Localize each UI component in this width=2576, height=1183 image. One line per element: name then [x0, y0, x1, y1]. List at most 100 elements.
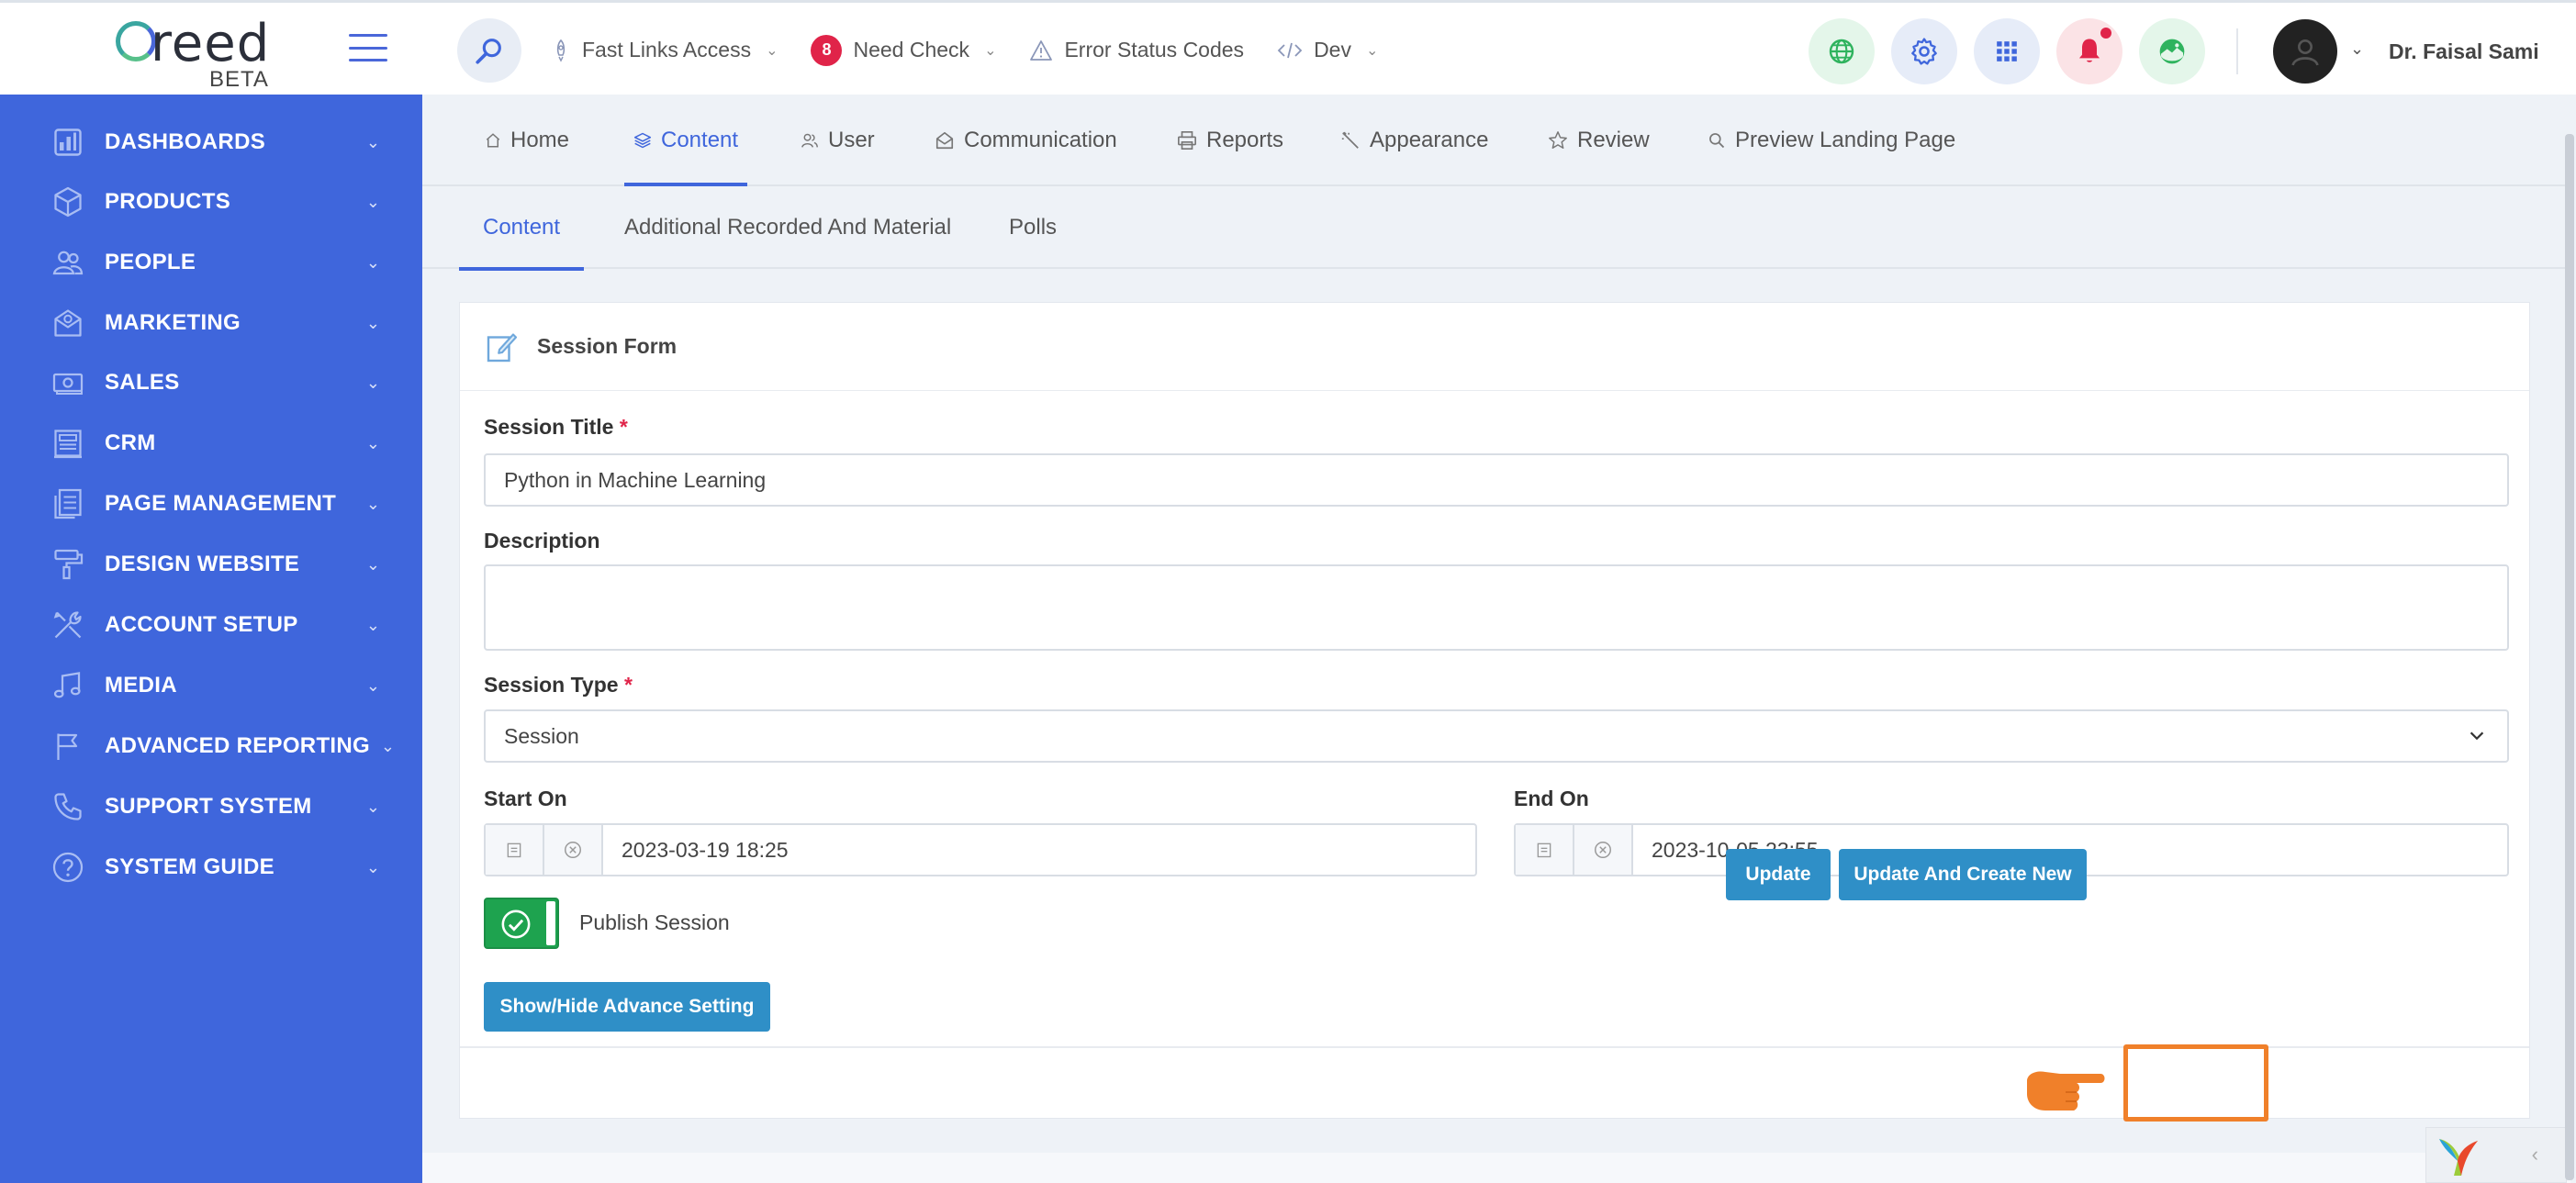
primary-tabs: Home Content User Communication Reports …	[422, 95, 2567, 186]
layers-icon	[633, 132, 652, 149]
sidebar-item-label: PAGE MANAGEMENT	[105, 491, 337, 516]
cash-icon	[50, 364, 86, 401]
card-header: Session Form	[460, 303, 2529, 391]
notifications-button[interactable]	[2056, 18, 2122, 84]
chevron-down-icon: ⌄	[380, 736, 395, 755]
chevron-down-icon: ⌄	[984, 42, 997, 59]
clear-button[interactable]	[544, 825, 603, 875]
calendar-button[interactable]	[1516, 825, 1574, 875]
header-divider	[2236, 28, 2238, 74]
dashboard-icon	[50, 124, 86, 161]
sidebar-item-crm[interactable]: CRM ⌄	[50, 420, 380, 466]
gear-icon	[1911, 38, 1937, 65]
status-button[interactable]	[2139, 18, 2205, 84]
sidebar-item-account-setup[interactable]: ACCOUNT SETUP ⌄	[50, 602, 380, 648]
tab-review[interactable]: Review	[1548, 95, 1650, 186]
search-button[interactable]	[457, 18, 521, 83]
sidebar-item-marketing[interactable]: MARKETING ⌄	[50, 300, 380, 346]
error-codes-link[interactable]: Error Status Codes	[1029, 38, 1244, 62]
settings-button[interactable]	[1891, 18, 1957, 84]
tab-preview-landing-page[interactable]: Preview Landing Page	[1708, 95, 1955, 186]
description-textarea[interactable]	[484, 564, 2509, 651]
sidebar-item-label: PEOPLE	[105, 250, 196, 274]
card-footer-divider	[460, 1046, 2529, 1048]
edit-icon	[487, 332, 518, 362]
clear-icon	[1595, 842, 1611, 858]
need-check-label: Need Check	[853, 38, 970, 61]
session-title-input[interactable]: Python in Machine Learning	[484, 453, 2509, 507]
calendar-icon	[507, 843, 521, 858]
session-type-select[interactable]: Session	[484, 709, 2509, 763]
sidebar-item-media[interactable]: MEDIA ⌄	[50, 663, 380, 709]
user-menu-chevron-icon[interactable]: ⌄	[2350, 39, 2364, 59]
need-check-badge: 8	[811, 34, 843, 66]
avatar[interactable]	[2273, 19, 2337, 84]
brand-tag: BETA	[209, 67, 269, 92]
sidebar-item-label: CRM	[105, 430, 156, 455]
need-check-menu[interactable]: 8 Need Check ⌄	[811, 34, 997, 66]
sidebar-item-system-guide[interactable]: SYSTEM GUIDE ⌄	[50, 844, 380, 890]
sidebar-item-sales[interactable]: SALES ⌄	[50, 360, 380, 406]
start-on-input[interactable]: 2023-03-19 18:25	[603, 825, 1475, 875]
chevron-down-icon: ⌄	[365, 494, 380, 513]
sidebar-item-design-website[interactable]: DESIGN WEBSITE ⌄	[50, 541, 380, 587]
paint-roller-icon	[50, 546, 86, 583]
box-icon	[50, 184, 86, 220]
sidebar-item-support-system[interactable]: SUPPORT SYSTEM ⌄	[50, 784, 380, 830]
tab-user[interactable]: User	[801, 95, 875, 186]
update-button[interactable]: Update	[1726, 849, 1831, 900]
chevron-down-icon: ⌄	[365, 554, 380, 574]
corner-widget[interactable]: ‹	[2425, 1127, 2567, 1183]
tab-label: Preview Landing Page	[1735, 128, 1956, 152]
chevron-left-icon[interactable]: ‹	[2532, 1143, 2538, 1166]
fast-links-menu[interactable]: Fast Links Access ⌄	[551, 38, 778, 62]
tab-appearance[interactable]: Appearance	[1340, 95, 1488, 186]
sidebar-item-page-management[interactable]: PAGE MANAGEMENT ⌄	[50, 481, 380, 527]
menu-toggle-icon[interactable]	[349, 34, 387, 61]
sidebar-item-people[interactable]: PEOPLE ⌄	[50, 240, 380, 285]
subtab-label: Additional Recorded And Material	[624, 215, 952, 240]
chevron-down-icon: ⌄	[365, 373, 380, 392]
warning-icon	[1030, 39, 1053, 61]
tab-content[interactable]: Content	[623, 95, 748, 186]
newspaper-icon	[50, 425, 86, 462]
language-button[interactable]	[1809, 18, 1875, 84]
rocket-icon	[556, 39, 566, 62]
sidebar: DASHBOARDS ⌄ PRODUCTS ⌄ PEOPLE ⌄ MARKETI…	[0, 95, 422, 1183]
dev-menu[interactable]: Dev ⌄	[1277, 38, 1378, 62]
brand-logo[interactable]: reed BETA	[110, 14, 275, 92]
pages-icon	[50, 485, 86, 522]
toggle-advance-settings-button[interactable]: Show/Hide Advance Setting	[484, 982, 770, 1032]
tab-home[interactable]: Home	[485, 95, 569, 186]
sidebar-item-label: ACCOUNT SETUP	[105, 612, 298, 637]
page-scrollbar[interactable]	[2565, 134, 2574, 1180]
chevron-down-icon: ⌄	[365, 797, 380, 816]
clear-button[interactable]	[1574, 825, 1633, 875]
session-type-label: Session Type *	[484, 673, 633, 697]
sidebar-item-products[interactable]: PRODUCTS ⌄	[50, 179, 380, 225]
sidebar-item-label: ADVANCED REPORTING	[105, 733, 370, 758]
tab-reports[interactable]: Reports	[1177, 95, 1283, 186]
user-name[interactable]: Dr. Faisal Sami	[2389, 39, 2539, 64]
calendar-button[interactable]	[486, 825, 544, 875]
start-on-label: Start On	[484, 787, 567, 810]
sidebar-item-dashboards[interactable]: DASHBOARDS ⌄	[50, 119, 380, 165]
home-icon	[486, 133, 500, 148]
tab-communication[interactable]: Communication	[935, 95, 1117, 186]
tab-label: Communication	[964, 128, 1117, 152]
update-and-create-new-button[interactable]: Update And Create New	[1839, 849, 2087, 900]
check-circle-icon	[501, 910, 531, 939]
search-icon	[476, 39, 501, 64]
chevron-down-icon: ⌄	[365, 433, 380, 452]
apps-button[interactable]	[1974, 18, 2040, 84]
flag-icon	[50, 728, 86, 764]
sidebar-item-advanced-reporting[interactable]: ADVANCED REPORTING ⌄	[50, 723, 395, 769]
subtab-content[interactable]: Content	[458, 186, 585, 271]
subtab-label: Polls	[1009, 215, 1058, 240]
envelope-open-icon	[935, 131, 954, 150]
subtab-polls[interactable]: Polls	[1009, 186, 1057, 269]
publish-session-toggle[interactable]	[484, 898, 559, 949]
subtab-additional-recorded-material[interactable]: Additional Recorded And Material	[624, 186, 951, 269]
chevron-down-icon: ⌄	[365, 132, 380, 151]
sidebar-item-label: MEDIA	[105, 673, 177, 698]
